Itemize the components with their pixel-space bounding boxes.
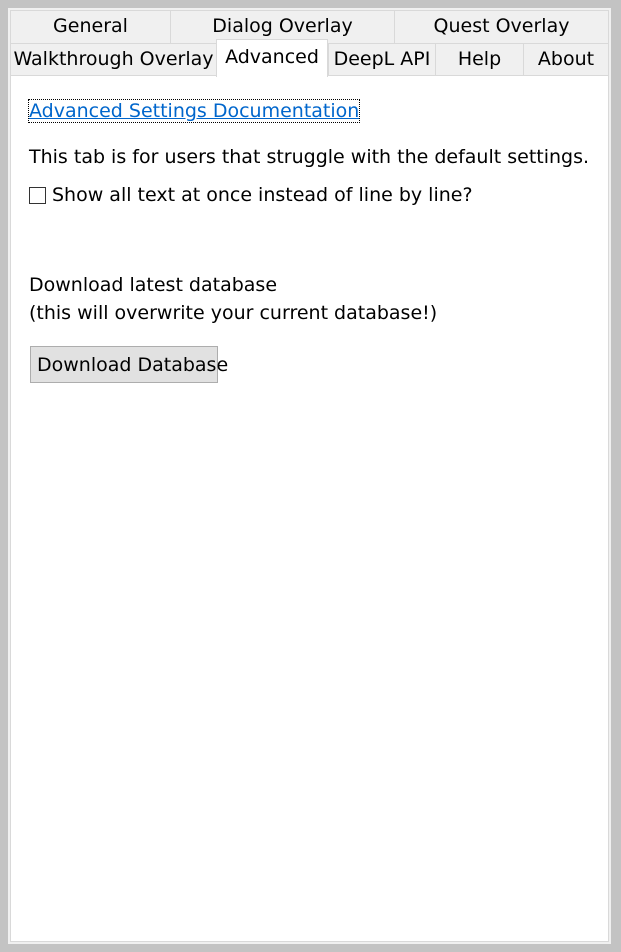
tab-help[interactable]: Help bbox=[435, 43, 523, 76]
tab-advanced[interactable]: Advanced bbox=[216, 39, 328, 77]
tab-about[interactable]: About bbox=[523, 43, 609, 76]
show-all-text-checkbox[interactable]: Show all text at once instead of line by… bbox=[29, 184, 473, 206]
advanced-intro-text: This tab is for users that struggle with… bbox=[29, 146, 590, 168]
advanced-tab-panel: Advanced Settings Documentation This tab… bbox=[10, 75, 609, 942]
download-database-button[interactable]: Download Database bbox=[30, 346, 228, 383]
tab-general[interactable]: General bbox=[10, 10, 170, 43]
advanced-settings-documentation-link[interactable]: Advanced Settings Documentation bbox=[27, 99, 361, 123]
tab-deepl-api[interactable]: DeepL API bbox=[328, 43, 435, 76]
tab-quest-overlay[interactable]: Quest Overlay bbox=[394, 10, 609, 43]
settings-window: General Dialog Overlay Quest Overlay Wal… bbox=[8, 8, 611, 944]
show-all-text-label: Show all text at once instead of line by… bbox=[52, 184, 473, 206]
tab-walkthrough-overlay[interactable]: Walkthrough Overlay bbox=[10, 43, 216, 76]
download-heading: Download latest database bbox=[29, 274, 278, 296]
download-warning: (this will overwrite your current databa… bbox=[29, 302, 438, 324]
checkbox-box[interactable] bbox=[29, 186, 46, 204]
